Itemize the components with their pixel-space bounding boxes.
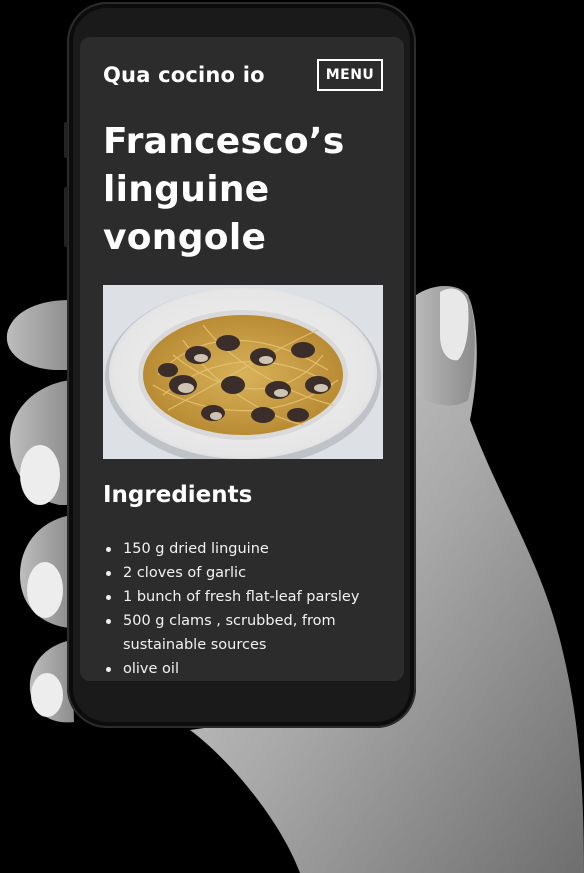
volume-button	[64, 122, 68, 158]
list-item: 2 cloves of garlic	[103, 561, 383, 585]
ingredients-list: 150 g dried linguine 2 cloves of garlic …	[103, 537, 383, 681]
page-title: Francesco’s linguine vongole	[103, 121, 345, 258]
volume-button	[64, 187, 68, 247]
ingredients-heading: Ingredients	[103, 482, 253, 508]
list-item: 150 g dried linguine	[103, 537, 383, 561]
list-item: 500 g clams , scrubbed, from sustainable…	[103, 609, 383, 657]
site-header: Qua cocino io MENU	[103, 59, 383, 95]
site-title[interactable]: Qua cocino io	[103, 63, 265, 87]
menu-button[interactable]: MENU	[317, 59, 383, 91]
phone-screen: Qua cocino io MENU Francesco’s linguine …	[80, 37, 404, 681]
dish-photo	[103, 285, 383, 459]
list-item: olive oil	[103, 657, 383, 681]
list-item: 1 bunch of fresh flat-leaf parsley	[103, 585, 383, 609]
